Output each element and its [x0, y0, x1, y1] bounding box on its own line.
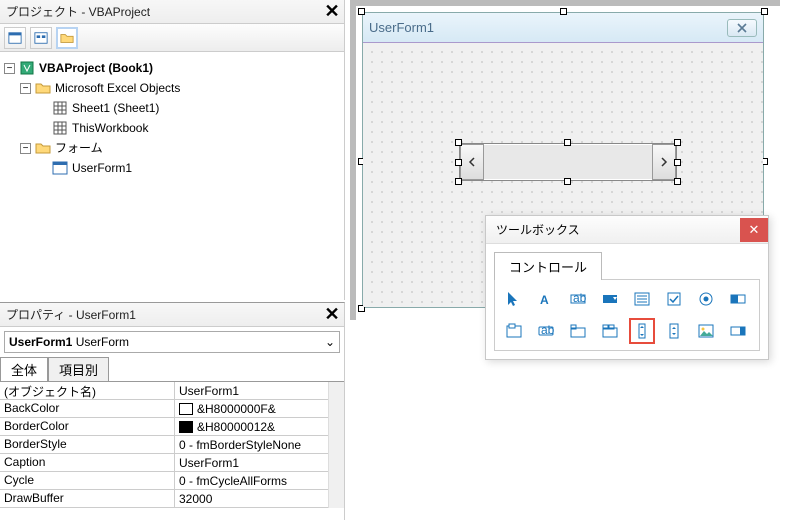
- toolbox-title: ツールボックス: [496, 221, 580, 238]
- prop-value[interactable]: &H8000000F&: [175, 400, 344, 417]
- prop-name[interactable]: Caption: [0, 454, 175, 471]
- tool-listbox[interactable]: [629, 286, 655, 312]
- expand-icon[interactable]: −: [20, 83, 31, 94]
- prop-value[interactable]: 32000: [175, 490, 344, 507]
- tool-commandbutton[interactable]: ab: [533, 318, 559, 344]
- tool-label[interactable]: A: [533, 286, 559, 312]
- view-code-button[interactable]: [4, 27, 26, 49]
- tool-spinbutton[interactable]: [661, 318, 687, 344]
- tree-folder-forms[interactable]: フォーム: [55, 138, 103, 158]
- scrollbar-left-button[interactable]: [460, 144, 484, 180]
- properties-title: プロパティ - UserForm1: [6, 306, 136, 323]
- prop-name[interactable]: DrawBuffer: [0, 490, 175, 507]
- tool-multipage[interactable]: [597, 318, 623, 344]
- svg-text:ab: ab: [541, 323, 555, 337]
- expand-icon[interactable]: −: [4, 63, 15, 74]
- resize-handle[interactable]: [358, 8, 365, 15]
- resize-handle[interactable]: [455, 178, 462, 185]
- project-explorer-panel: プロジェクト - VBAProject ✕ − VBAProject (Book…: [0, 0, 345, 300]
- tree-item-thisworkbook[interactable]: ThisWorkbook: [72, 118, 148, 138]
- userform-close-button[interactable]: [727, 19, 757, 37]
- toolbox-titlebar[interactable]: ツールボックス ✕: [486, 216, 768, 244]
- folder-icon: [35, 141, 51, 155]
- tree-item-userform1[interactable]: UserForm1: [72, 158, 132, 178]
- toolbox-window[interactable]: ツールボックス ✕ コントロール A ab ab: [485, 215, 769, 360]
- resize-handle[interactable]: [455, 139, 462, 146]
- tree-root-label[interactable]: VBAProject (Book1): [39, 58, 153, 78]
- color-swatch: [179, 403, 193, 415]
- resize-handle[interactable]: [674, 159, 681, 166]
- view-object-button[interactable]: [30, 27, 52, 49]
- expand-icon[interactable]: −: [20, 143, 31, 154]
- tab-alphabetic[interactable]: 全体: [0, 357, 48, 381]
- resize-handle[interactable]: [674, 178, 681, 185]
- tool-refedit[interactable]: [725, 318, 751, 344]
- tool-checkbox[interactable]: [661, 286, 687, 312]
- close-icon[interactable]: ✕: [322, 305, 342, 325]
- project-tree[interactable]: − VBAProject (Book1) − Microsoft Excel O…: [0, 52, 344, 184]
- color-swatch: [179, 421, 193, 433]
- project-explorer-title: プロジェクト - VBAProject: [6, 3, 150, 20]
- tool-tabstrip[interactable]: [565, 318, 591, 344]
- resize-handle[interactable]: [674, 139, 681, 146]
- resize-handle[interactable]: [761, 8, 768, 15]
- tree-folder-objects[interactable]: Microsoft Excel Objects: [55, 78, 180, 98]
- svg-text:ab: ab: [573, 291, 587, 305]
- tool-togglebutton[interactable]: [725, 286, 751, 312]
- properties-panel: プロパティ - UserForm1 ✕ UserForm1 UserForm ⌄…: [0, 302, 345, 520]
- tool-textbox[interactable]: ab: [565, 286, 591, 312]
- prop-name[interactable]: Cycle: [0, 472, 175, 489]
- scrollbar-right-button[interactable]: [652, 144, 676, 180]
- prop-value[interactable]: 0 - fmCycleAllForms: [175, 472, 344, 489]
- userform-icon: [52, 161, 68, 175]
- tool-combobox[interactable]: [597, 286, 623, 312]
- prop-value[interactable]: UserForm1: [175, 382, 344, 399]
- toggle-folders-button[interactable]: [56, 27, 78, 49]
- prop-value[interactable]: 0 - fmBorderStyleNone: [175, 436, 344, 453]
- properties-titlebar: プロパティ - UserForm1 ✕: [0, 303, 344, 327]
- prop-value[interactable]: &H80000012&: [175, 418, 344, 435]
- prop-name[interactable]: (オブジェクト名): [0, 382, 175, 399]
- workbook-icon: [52, 121, 68, 135]
- tab-categorized[interactable]: 項目別: [48, 357, 109, 381]
- userform-caption: UserForm1: [369, 20, 434, 35]
- resize-handle[interactable]: [560, 8, 567, 15]
- properties-scrollbar[interactable]: [328, 382, 344, 508]
- resize-handle[interactable]: [455, 159, 462, 166]
- toolbox-controls-grid: A ab ab: [494, 279, 760, 351]
- svg-text:A: A: [540, 293, 549, 307]
- userform-titlebar: UserForm1: [363, 13, 763, 43]
- tool-frame[interactable]: [501, 318, 527, 344]
- toolbox-close-button[interactable]: ✕: [740, 218, 768, 242]
- folder-icon: [35, 81, 51, 95]
- scrollbar-control[interactable]: [459, 143, 677, 181]
- prop-value[interactable]: UserForm1: [175, 454, 344, 471]
- prop-name[interactable]: BackColor: [0, 400, 175, 417]
- tool-optionbutton[interactable]: [693, 286, 719, 312]
- prop-name[interactable]: BorderColor: [0, 418, 175, 435]
- chevron-down-icon: ⌄: [325, 335, 335, 349]
- vba-project-icon: [19, 61, 35, 75]
- properties-tabs: 全体 項目別: [0, 357, 344, 381]
- toolbox-tab-controls[interactable]: コントロール: [494, 252, 602, 280]
- properties-grid[interactable]: (オブジェクト名)UserForm1 BackColor&H8000000F& …: [0, 381, 344, 508]
- resize-handle[interactable]: [564, 139, 571, 146]
- tool-pointer[interactable]: [501, 286, 527, 312]
- project-explorer-titlebar: プロジェクト - VBAProject ✕: [0, 0, 344, 24]
- prop-name[interactable]: BorderStyle: [0, 436, 175, 453]
- tool-scrollbar[interactable]: [629, 318, 655, 344]
- tool-image[interactable]: [693, 318, 719, 344]
- project-explorer-toolbar: [0, 24, 344, 52]
- worksheet-icon: [52, 101, 68, 115]
- tree-item-sheet1[interactable]: Sheet1 (Sheet1): [72, 98, 159, 118]
- object-selector-combo[interactable]: UserForm1 UserForm ⌄: [4, 331, 340, 353]
- resize-handle[interactable]: [564, 178, 571, 185]
- close-icon[interactable]: ✕: [322, 2, 342, 22]
